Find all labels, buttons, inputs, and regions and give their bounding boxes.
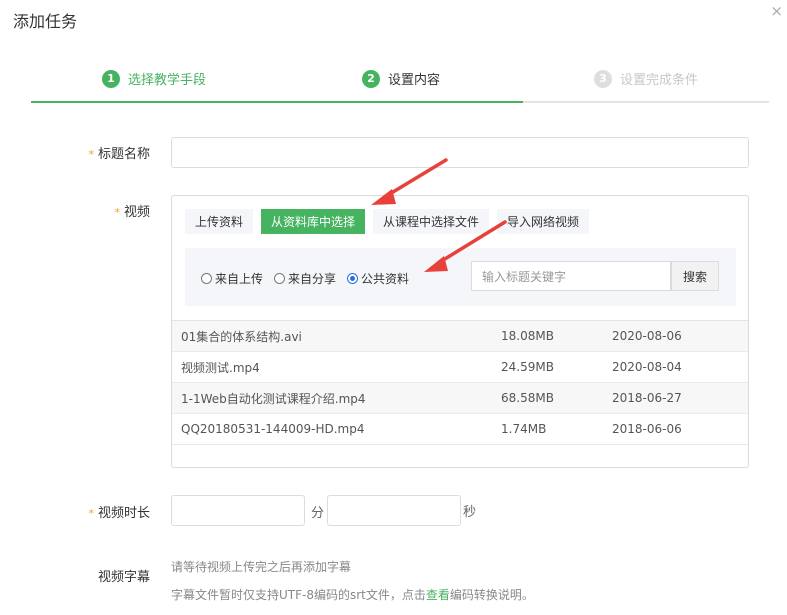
radio-checked-icon bbox=[347, 273, 359, 284]
file-name: 视频测试.mp4 bbox=[181, 360, 260, 375]
step-1-number: 1 bbox=[102, 69, 120, 88]
video-picker: 上传资料 从资料库中选择 从课程中选择文件 导入网络视频 来自上传 来自分享 公… bbox=[171, 195, 749, 468]
video-source-tabs: 上传资料 从资料库中选择 从课程中选择文件 导入网络视频 bbox=[185, 209, 597, 234]
step-indicator: 1 选择教学手段 2 设置内容 3 设置完成条件 bbox=[31, 64, 769, 104]
step-3: 3 设置完成条件 bbox=[594, 69, 698, 88]
file-row[interactable]: QQ20180531-144009-HD.mp4 1.74MB 2018-06-… bbox=[172, 414, 748, 445]
minutes-input[interactable] bbox=[171, 495, 305, 526]
close-icon[interactable]: × bbox=[770, 2, 783, 20]
required-mark: * bbox=[88, 507, 94, 520]
file-date: 2020-08-06 bbox=[612, 329, 682, 343]
step-2-number: 2 bbox=[362, 69, 380, 88]
file-date: 2020-08-04 bbox=[612, 360, 682, 374]
file-name: QQ20180531-144009-HD.mp4 bbox=[181, 422, 365, 436]
radio-icon bbox=[274, 273, 286, 284]
subtitle-field-label: 视频字幕 bbox=[97, 570, 150, 585]
file-date: 2018-06-06 bbox=[612, 422, 682, 436]
file-size: 18.08MB bbox=[501, 329, 554, 343]
minutes-unit: 分 bbox=[311, 506, 325, 521]
step-progress-active bbox=[31, 101, 523, 103]
step-2-label: 设置内容 bbox=[388, 73, 441, 88]
step-1-label: 选择教学手段 bbox=[128, 73, 207, 88]
search-button[interactable]: 搜索 bbox=[671, 261, 719, 291]
subtitle-hint: 请等待视频上传完之后再添加字幕 bbox=[171, 560, 352, 574]
tab-library[interactable]: 从资料库中选择 bbox=[261, 209, 366, 234]
video-field-label: * 视频 bbox=[114, 205, 150, 220]
file-row[interactable]: 1-1Web自动化测试课程介绍.mp4 68.58MB 2018-06-27 bbox=[172, 383, 748, 414]
radio-from-upload[interactable]: 来自上传 bbox=[201, 270, 263, 287]
source-radio-group: 来自上传 来自分享 公共资料 bbox=[201, 270, 420, 287]
tab-web-video[interactable]: 导入网络视频 bbox=[497, 209, 590, 234]
tab-course-files[interactable]: 从课程中选择文件 bbox=[373, 209, 490, 234]
subtitle-note: 字幕文件暂时仅支持UTF-8编码的srt文件，点击查看编码转换说明。 bbox=[171, 588, 534, 602]
seconds-input[interactable] bbox=[327, 495, 461, 526]
required-mark: * bbox=[114, 206, 120, 219]
step-3-number: 3 bbox=[594, 69, 612, 88]
file-size: 68.58MB bbox=[501, 391, 554, 405]
radio-public[interactable]: 公共资料 bbox=[347, 270, 409, 287]
file-row[interactable]: 01集合的体系结构.avi 18.08MB 2020-08-06 bbox=[172, 321, 748, 352]
required-mark: * bbox=[88, 148, 94, 161]
step-progress-rest bbox=[523, 101, 769, 103]
library-filter: 来自上传 来自分享 公共资料 输入标题关键字 搜索 bbox=[185, 248, 736, 306]
radio-icon bbox=[201, 273, 212, 284]
file-name: 1-1Web自动化测试课程介绍.mp4 bbox=[181, 391, 366, 406]
title-input[interactable] bbox=[171, 137, 749, 168]
file-size: 1.74MB bbox=[501, 422, 547, 436]
keyword-search-input[interactable]: 输入标题关键字 bbox=[471, 261, 671, 291]
duration-field-label: * 视频时长 bbox=[88, 506, 150, 521]
file-row[interactable]: 视频测试.mp4 24.59MB 2020-08-04 bbox=[172, 352, 748, 383]
radio-from-share[interactable]: 来自分享 bbox=[274, 270, 336, 287]
file-date: 2018-06-27 bbox=[612, 391, 682, 405]
view-encoding-link[interactable]: 查看 bbox=[426, 588, 450, 602]
file-name: 01集合的体系结构.avi bbox=[181, 329, 302, 344]
step-3-label: 设置完成条件 bbox=[620, 73, 699, 88]
file-list: 01集合的体系结构.avi 18.08MB 2020-08-06 视频测试.mp… bbox=[172, 320, 748, 445]
file-size: 24.59MB bbox=[501, 360, 554, 374]
seconds-unit: 秒 bbox=[463, 505, 477, 520]
dialog-title: 添加任务 bbox=[13, 12, 78, 31]
step-2[interactable]: 2 设置内容 bbox=[362, 69, 440, 88]
step-1[interactable]: 1 选择教学手段 bbox=[102, 69, 206, 88]
title-field-label: * 标题名称 bbox=[88, 147, 150, 162]
tab-upload[interactable]: 上传资料 bbox=[185, 209, 254, 234]
